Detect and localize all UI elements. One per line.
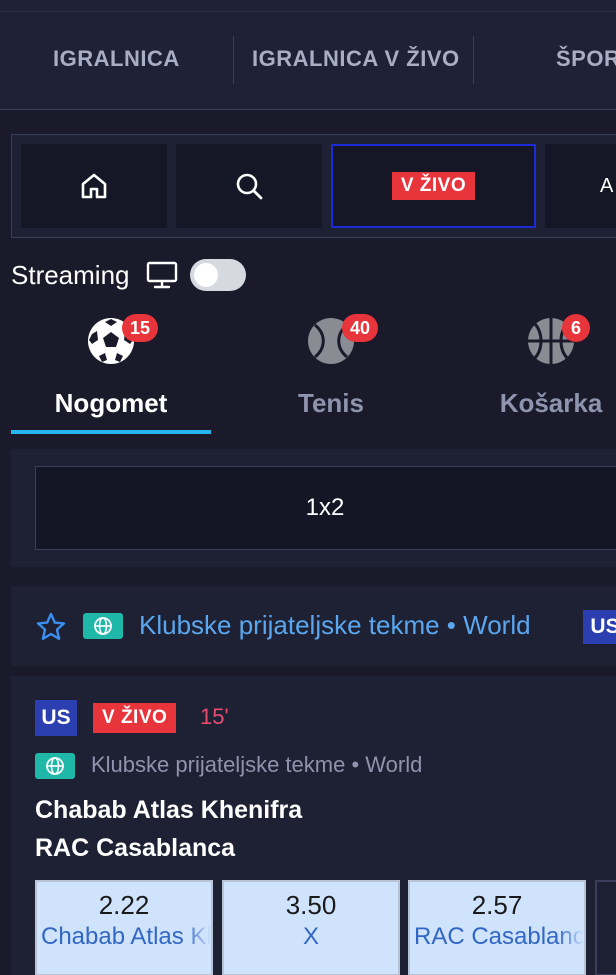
toggle-knob	[193, 263, 218, 287]
tab-separator	[473, 36, 474, 84]
tab-igralnica-v-zivo[interactable]: IGRALNICA V ŽIVO	[252, 46, 460, 72]
match-minute: 15'	[200, 704, 229, 729]
search-icon	[236, 173, 263, 200]
live-button[interactable]: V ŽIVO	[331, 144, 536, 228]
odds-value: 2.22	[98, 890, 150, 920]
live-status-badge: V ŽIVO	[93, 703, 177, 733]
next-toolbar-button[interactable]: A	[545, 144, 616, 228]
market-selector[interactable]: 1x2	[35, 466, 616, 550]
sport-name: Nogomet	[54, 388, 168, 418]
world-badge	[83, 613, 123, 639]
odds-button-away[interactable]: 2.57 RAC Casablanca	[408, 880, 586, 975]
region-badge: US	[35, 700, 77, 736]
sport-name: Tenis	[298, 388, 364, 418]
odds-value: 2.57	[471, 890, 523, 920]
streaming-toggle[interactable]	[189, 259, 246, 291]
streaming-row: Streaming	[11, 258, 246, 292]
league-name[interactable]: Klubske prijateljske tekme • World	[139, 610, 531, 641]
region-badge: US	[583, 610, 616, 644]
globe-icon	[94, 617, 112, 635]
favorite-star-icon[interactable]	[35, 611, 67, 643]
search-button[interactable]	[176, 144, 322, 228]
sport-count-badge: 6	[562, 314, 590, 342]
sport-tab-nogomet[interactable]: 15 Nogomet	[11, 312, 211, 432]
tab-igralnica[interactable]: IGRALNICA	[53, 46, 180, 72]
sport-name: Košarka	[499, 388, 603, 418]
streaming-label: Streaming	[11, 259, 130, 290]
tab-sport[interactable]: ŠPORT	[556, 46, 616, 72]
more-markets-button[interactable]	[595, 880, 616, 975]
monitor-icon	[146, 261, 177, 289]
sport-toolbar: V ŽIVO A	[11, 134, 616, 238]
sport-tab-tenis[interactable]: 40 Tenis	[231, 312, 431, 432]
top-navigation: IGRALNICA IGRALNICA V ŽIVO ŠPORT	[0, 0, 616, 110]
odds-label: X	[302, 923, 319, 950]
live-label: V ŽIVO	[391, 172, 476, 200]
sport-count-badge: 40	[342, 314, 379, 342]
away-team: RAC Casablanca	[35, 834, 236, 862]
event-league: Klubske prijateljske tekme • World	[91, 752, 423, 777]
tab-separator	[233, 36, 234, 84]
globe-icon	[46, 757, 64, 775]
home-icon	[81, 173, 107, 199]
event-card[interactable]: US V ŽIVO 15' Klubske prijateljske tekme…	[11, 676, 616, 975]
league-header: Klubske prijateljske tekme • World US	[11, 586, 616, 666]
sportsbook-page: IGRALNICA IGRALNICA V ŽIVO ŠPORT V ŽIVO …	[0, 0, 616, 975]
odds-value: 3.50	[285, 890, 337, 920]
odds-label: RAC Casablanca	[414, 923, 584, 950]
market-label: 1x2	[305, 494, 345, 521]
odds-button-draw[interactable]: 3.50 X	[222, 880, 400, 975]
topnav-divider	[0, 11, 616, 12]
sport-tab-kosarka[interactable]: 6 Košarka	[451, 312, 616, 432]
active-sport-indicator	[11, 430, 211, 434]
odds-label: Chabab Atlas Khenifra	[41, 923, 211, 950]
home-team: Chabab Atlas Khenifra	[35, 796, 303, 824]
sport-count-badge: 15	[122, 314, 159, 342]
market-section: 1x2	[11, 449, 616, 567]
next-toolbar-label: A	[600, 174, 614, 197]
home-button[interactable]	[21, 144, 167, 228]
odds-button-home[interactable]: 2.22 Chabab Atlas Khenifra	[35, 880, 213, 975]
world-badge	[35, 753, 75, 779]
